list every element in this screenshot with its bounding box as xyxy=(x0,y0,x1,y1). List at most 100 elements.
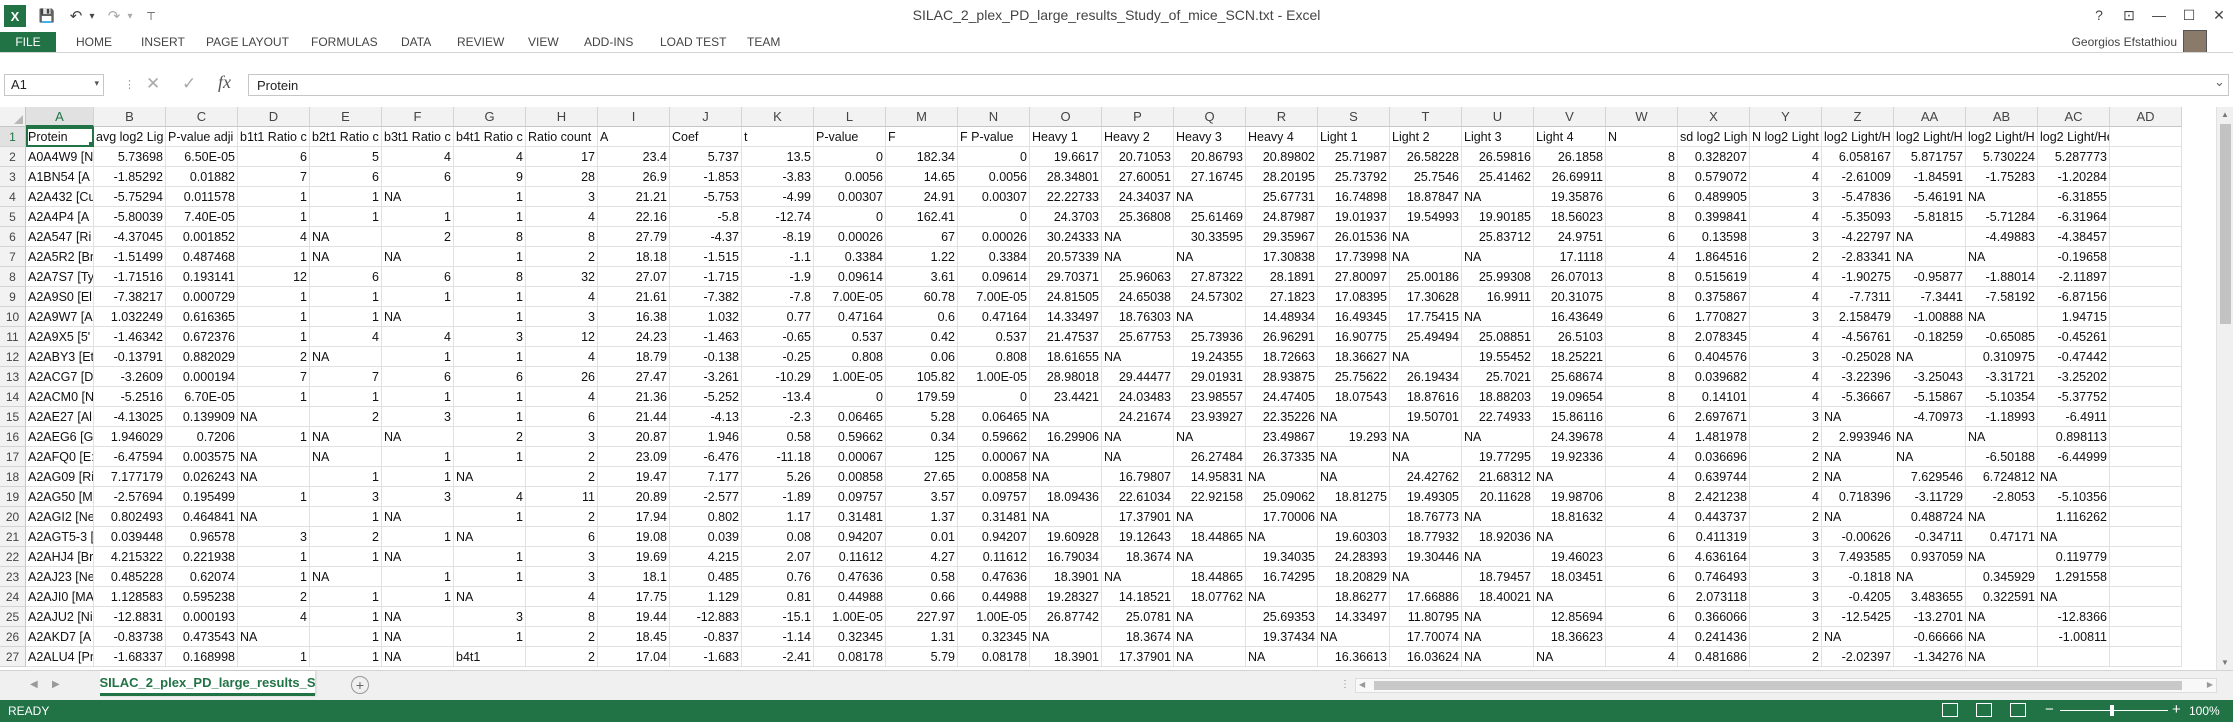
cell-p6[interactable]: NA xyxy=(1102,227,1174,247)
cell-ac13[interactable]: -3.25202 xyxy=(2038,367,2110,387)
zoom-slider-thumb[interactable] xyxy=(2110,705,2114,716)
cell-j12[interactable]: -0.138 xyxy=(670,347,742,367)
cell-b25[interactable]: -12.8831 xyxy=(94,607,166,627)
cell-a11[interactable]: A2A9X5 [5' xyxy=(26,327,94,347)
row-header-15[interactable]: 15 xyxy=(0,407,26,427)
sheet-options-icon[interactable]: ⋮ xyxy=(1340,679,1350,690)
cell-u3[interactable]: 25.41462 xyxy=(1462,167,1534,187)
cell-b24[interactable]: 1.128583 xyxy=(94,587,166,607)
cell-u6[interactable]: 25.83712 xyxy=(1462,227,1534,247)
cell-e12[interactable]: NA xyxy=(310,347,382,367)
cell-h14[interactable]: 4 xyxy=(526,387,598,407)
tab-view[interactable]: VIEW xyxy=(528,35,559,49)
cell-a24[interactable]: A2AJI0 [MA xyxy=(26,587,94,607)
cell-y27[interactable]: 2 xyxy=(1750,647,1822,667)
cell-h3[interactable]: 28 xyxy=(526,167,598,187)
cell-d18[interactable]: NA xyxy=(238,467,310,487)
cell-a8[interactable]: A2A7S7 [Ty xyxy=(26,267,94,287)
cell-m9[interactable]: 60.78 xyxy=(886,287,958,307)
cell-y6[interactable]: 3 xyxy=(1750,227,1822,247)
cell-l6[interactable]: 0.00026 xyxy=(814,227,886,247)
cell-ac18[interactable]: NA xyxy=(2038,467,2110,487)
cell-h5[interactable]: 4 xyxy=(526,207,598,227)
cell-d19[interactable]: 1 xyxy=(238,487,310,507)
cell-ad7[interactable] xyxy=(2110,247,2182,267)
row-header-6[interactable]: 6 xyxy=(0,227,26,247)
cell-s18[interactable]: NA xyxy=(1318,467,1390,487)
cell-ab21[interactable]: 0.47171 xyxy=(1966,527,2038,547)
cell-i18[interactable]: 19.47 xyxy=(598,467,670,487)
cell-i14[interactable]: 21.36 xyxy=(598,387,670,407)
sheet-next-icon[interactable]: ▶ xyxy=(52,679,60,690)
row-header-12[interactable]: 12 xyxy=(0,347,26,367)
cell-o24[interactable]: 19.28327 xyxy=(1030,587,1102,607)
cell-t18[interactable]: 24.42762 xyxy=(1390,467,1462,487)
cell-ab23[interactable]: 0.345929 xyxy=(1966,567,2038,587)
cell-l16[interactable]: 0.59662 xyxy=(814,427,886,447)
cell-u8[interactable]: 25.99308 xyxy=(1462,267,1534,287)
cell-c14[interactable]: 6.70E-05 xyxy=(166,387,238,407)
cell-k10[interactable]: 0.77 xyxy=(742,307,814,327)
cell-z26[interactable]: NA xyxy=(1822,627,1894,647)
cell-v7[interactable]: 17.1118 xyxy=(1534,247,1606,267)
cell-ad13[interactable] xyxy=(2110,367,2182,387)
cell-ac27[interactable] xyxy=(2038,647,2110,667)
cell-g11[interactable]: 3 xyxy=(454,327,526,347)
cell-z25[interactable]: -12.5425 xyxy=(1822,607,1894,627)
cell-b8[interactable]: -1.71516 xyxy=(94,267,166,287)
cell-x4[interactable]: 0.489905 xyxy=(1678,187,1750,207)
cell-u27[interactable]: NA xyxy=(1462,647,1534,667)
cell-p13[interactable]: 29.44477 xyxy=(1102,367,1174,387)
row-header-3[interactable]: 3 xyxy=(0,167,26,187)
zoom-slider[interactable] xyxy=(2060,710,2168,711)
cell-y9[interactable]: 4 xyxy=(1750,287,1822,307)
cell-y4[interactable]: 3 xyxy=(1750,187,1822,207)
cell-p8[interactable]: 25.96063 xyxy=(1102,267,1174,287)
column-header-u[interactable]: U xyxy=(1462,107,1534,127)
cell-ac19[interactable]: -5.10356 xyxy=(2038,487,2110,507)
cell-g12[interactable]: 1 xyxy=(454,347,526,367)
column-header-p[interactable]: P xyxy=(1102,107,1174,127)
cell-b17[interactable]: -6.47594 xyxy=(94,447,166,467)
cell-i12[interactable]: 18.79 xyxy=(598,347,670,367)
cell-j26[interactable]: -0.837 xyxy=(670,627,742,647)
cell-f6[interactable]: 2 xyxy=(382,227,454,247)
cell-z12[interactable]: -0.25028 xyxy=(1822,347,1894,367)
cell-x8[interactable]: 0.515619 xyxy=(1678,267,1750,287)
cell-p14[interactable]: 24.03483 xyxy=(1102,387,1174,407)
cell-s17[interactable]: NA xyxy=(1318,447,1390,467)
column-header-x[interactable]: X xyxy=(1678,107,1750,127)
cell-m22[interactable]: 4.27 xyxy=(886,547,958,567)
column-header-n[interactable]: N xyxy=(958,107,1030,127)
cell-k4[interactable]: -4.99 xyxy=(742,187,814,207)
cell-n19[interactable]: 0.09757 xyxy=(958,487,1030,507)
cell-v25[interactable]: 12.85694 xyxy=(1534,607,1606,627)
cell-m4[interactable]: 24.91 xyxy=(886,187,958,207)
column-header-j[interactable]: J xyxy=(670,107,742,127)
tab-insert[interactable]: INSERT xyxy=(141,35,185,49)
cell-r23[interactable]: 16.74295 xyxy=(1246,567,1318,587)
cell-n26[interactable]: 0.32345 xyxy=(958,627,1030,647)
cell-z2[interactable]: 6.058167 xyxy=(1822,147,1894,167)
cell-h4[interactable]: 3 xyxy=(526,187,598,207)
cell-r9[interactable]: 27.1823 xyxy=(1246,287,1318,307)
cell-d21[interactable]: 3 xyxy=(238,527,310,547)
cell-ab11[interactable]: -0.65085 xyxy=(1966,327,2038,347)
cell-ab25[interactable]: NA xyxy=(1966,607,2038,627)
cell-t20[interactable]: 18.76773 xyxy=(1390,507,1462,527)
cell-v17[interactable]: 19.92336 xyxy=(1534,447,1606,467)
cell-h16[interactable]: 3 xyxy=(526,427,598,447)
cell-n13[interactable]: 1.00E-05 xyxy=(958,367,1030,387)
cell-b16[interactable]: 1.946029 xyxy=(94,427,166,447)
cell-v6[interactable]: 24.9751 xyxy=(1534,227,1606,247)
cell-e14[interactable]: 1 xyxy=(310,387,382,407)
cell-b2[interactable]: 5.73698 xyxy=(94,147,166,167)
cell-c17[interactable]: 0.003575 xyxy=(166,447,238,467)
cell-x14[interactable]: 0.14101 xyxy=(1678,387,1750,407)
cell-e19[interactable]: 3 xyxy=(310,487,382,507)
cell-v10[interactable]: 16.43649 xyxy=(1534,307,1606,327)
cell-g25[interactable]: 3 xyxy=(454,607,526,627)
cell-ab20[interactable]: NA xyxy=(1966,507,2038,527)
cell-h20[interactable]: 2 xyxy=(526,507,598,527)
cell-e23[interactable]: NA xyxy=(310,567,382,587)
